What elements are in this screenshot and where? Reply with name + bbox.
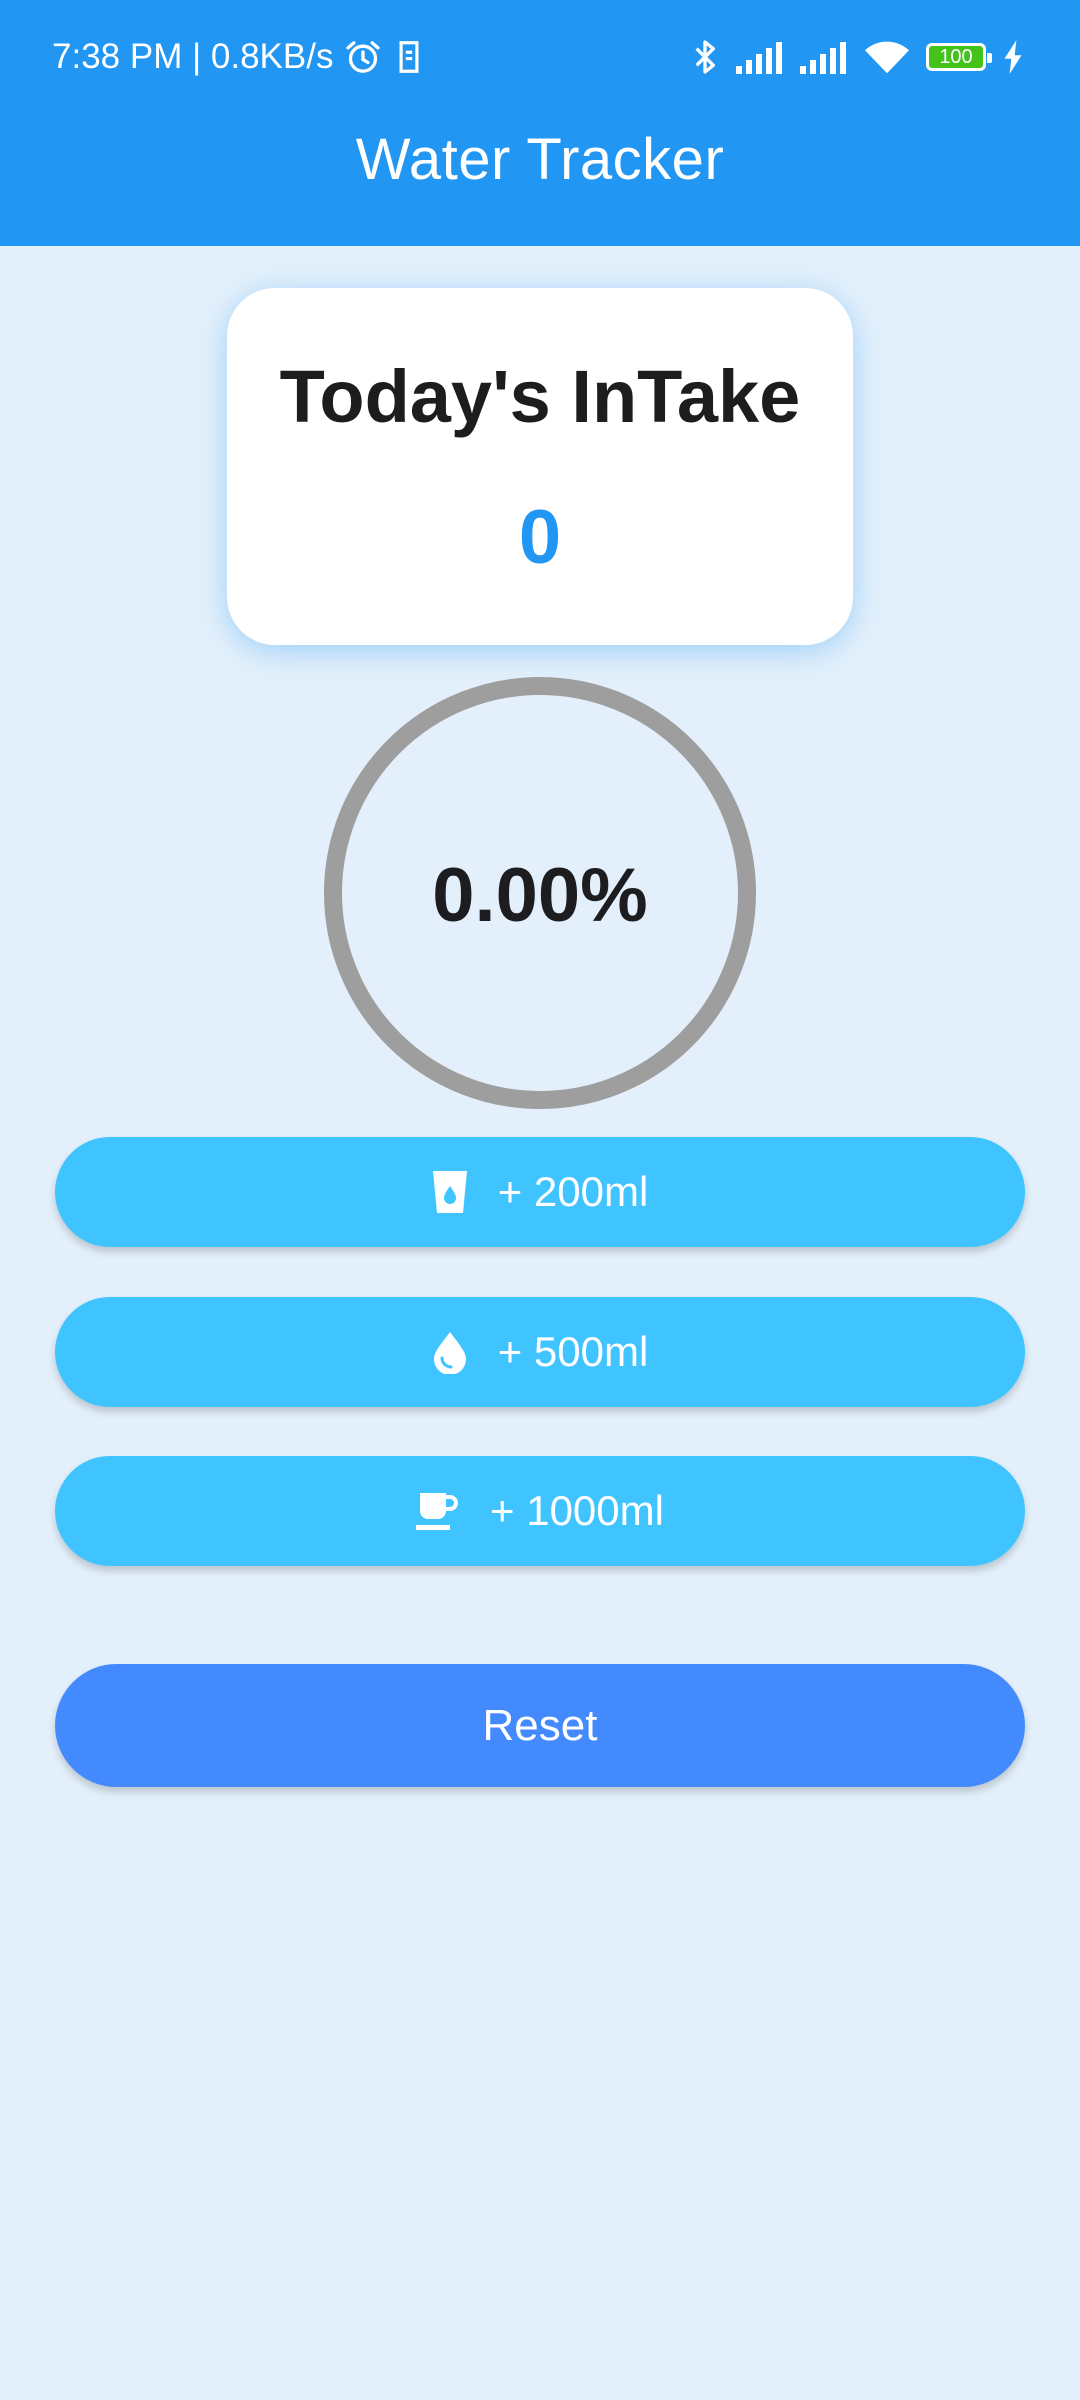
status-bar: 7:38 PM | 0.8KB/s 100 (0, 0, 1080, 112)
battery-level: 100 (939, 46, 973, 68)
alarm-icon (343, 37, 383, 77)
reset-label: Reset (482, 1700, 598, 1750)
add-1000ml-label: + 1000ml (490, 1487, 664, 1534)
mug-icon (416, 1491, 460, 1531)
intake-value: 0 (518, 495, 562, 580)
status-left: 7:38 PM | 0.8KB/s (52, 34, 425, 80)
app-bar: 7:38 PM | 0.8KB/s 100 Water Tracker (0, 0, 1080, 246)
status-right: 100 (690, 34, 1024, 80)
bluetooth-icon (690, 37, 720, 77)
progress-percentage: 0.00% (432, 853, 648, 938)
sim-icon (393, 38, 425, 76)
signal-icon (800, 40, 848, 74)
signal-icon (736, 40, 784, 74)
add-1000ml-button[interactable]: + 1000ml (55, 1456, 1025, 1566)
add-200ml-button[interactable]: + 200ml (55, 1137, 1025, 1247)
battery-icon: 100 (926, 43, 992, 71)
add-200ml-label: + 200ml (497, 1168, 649, 1215)
app-title: Water Tracker (355, 127, 725, 192)
add-500ml-label: + 500ml (497, 1328, 649, 1375)
glass-water-icon (432, 1170, 468, 1214)
reset-button[interactable]: Reset (55, 1664, 1025, 1787)
status-time: 7:38 PM | 0.8KB/s (52, 37, 334, 76)
add-500ml-button[interactable]: + 500ml (55, 1297, 1025, 1407)
intake-card (227, 288, 853, 645)
intake-title: Today's InTake (279, 355, 801, 438)
water-drop-icon (432, 1330, 468, 1374)
charging-icon (1002, 40, 1024, 74)
wifi-icon (864, 39, 910, 75)
